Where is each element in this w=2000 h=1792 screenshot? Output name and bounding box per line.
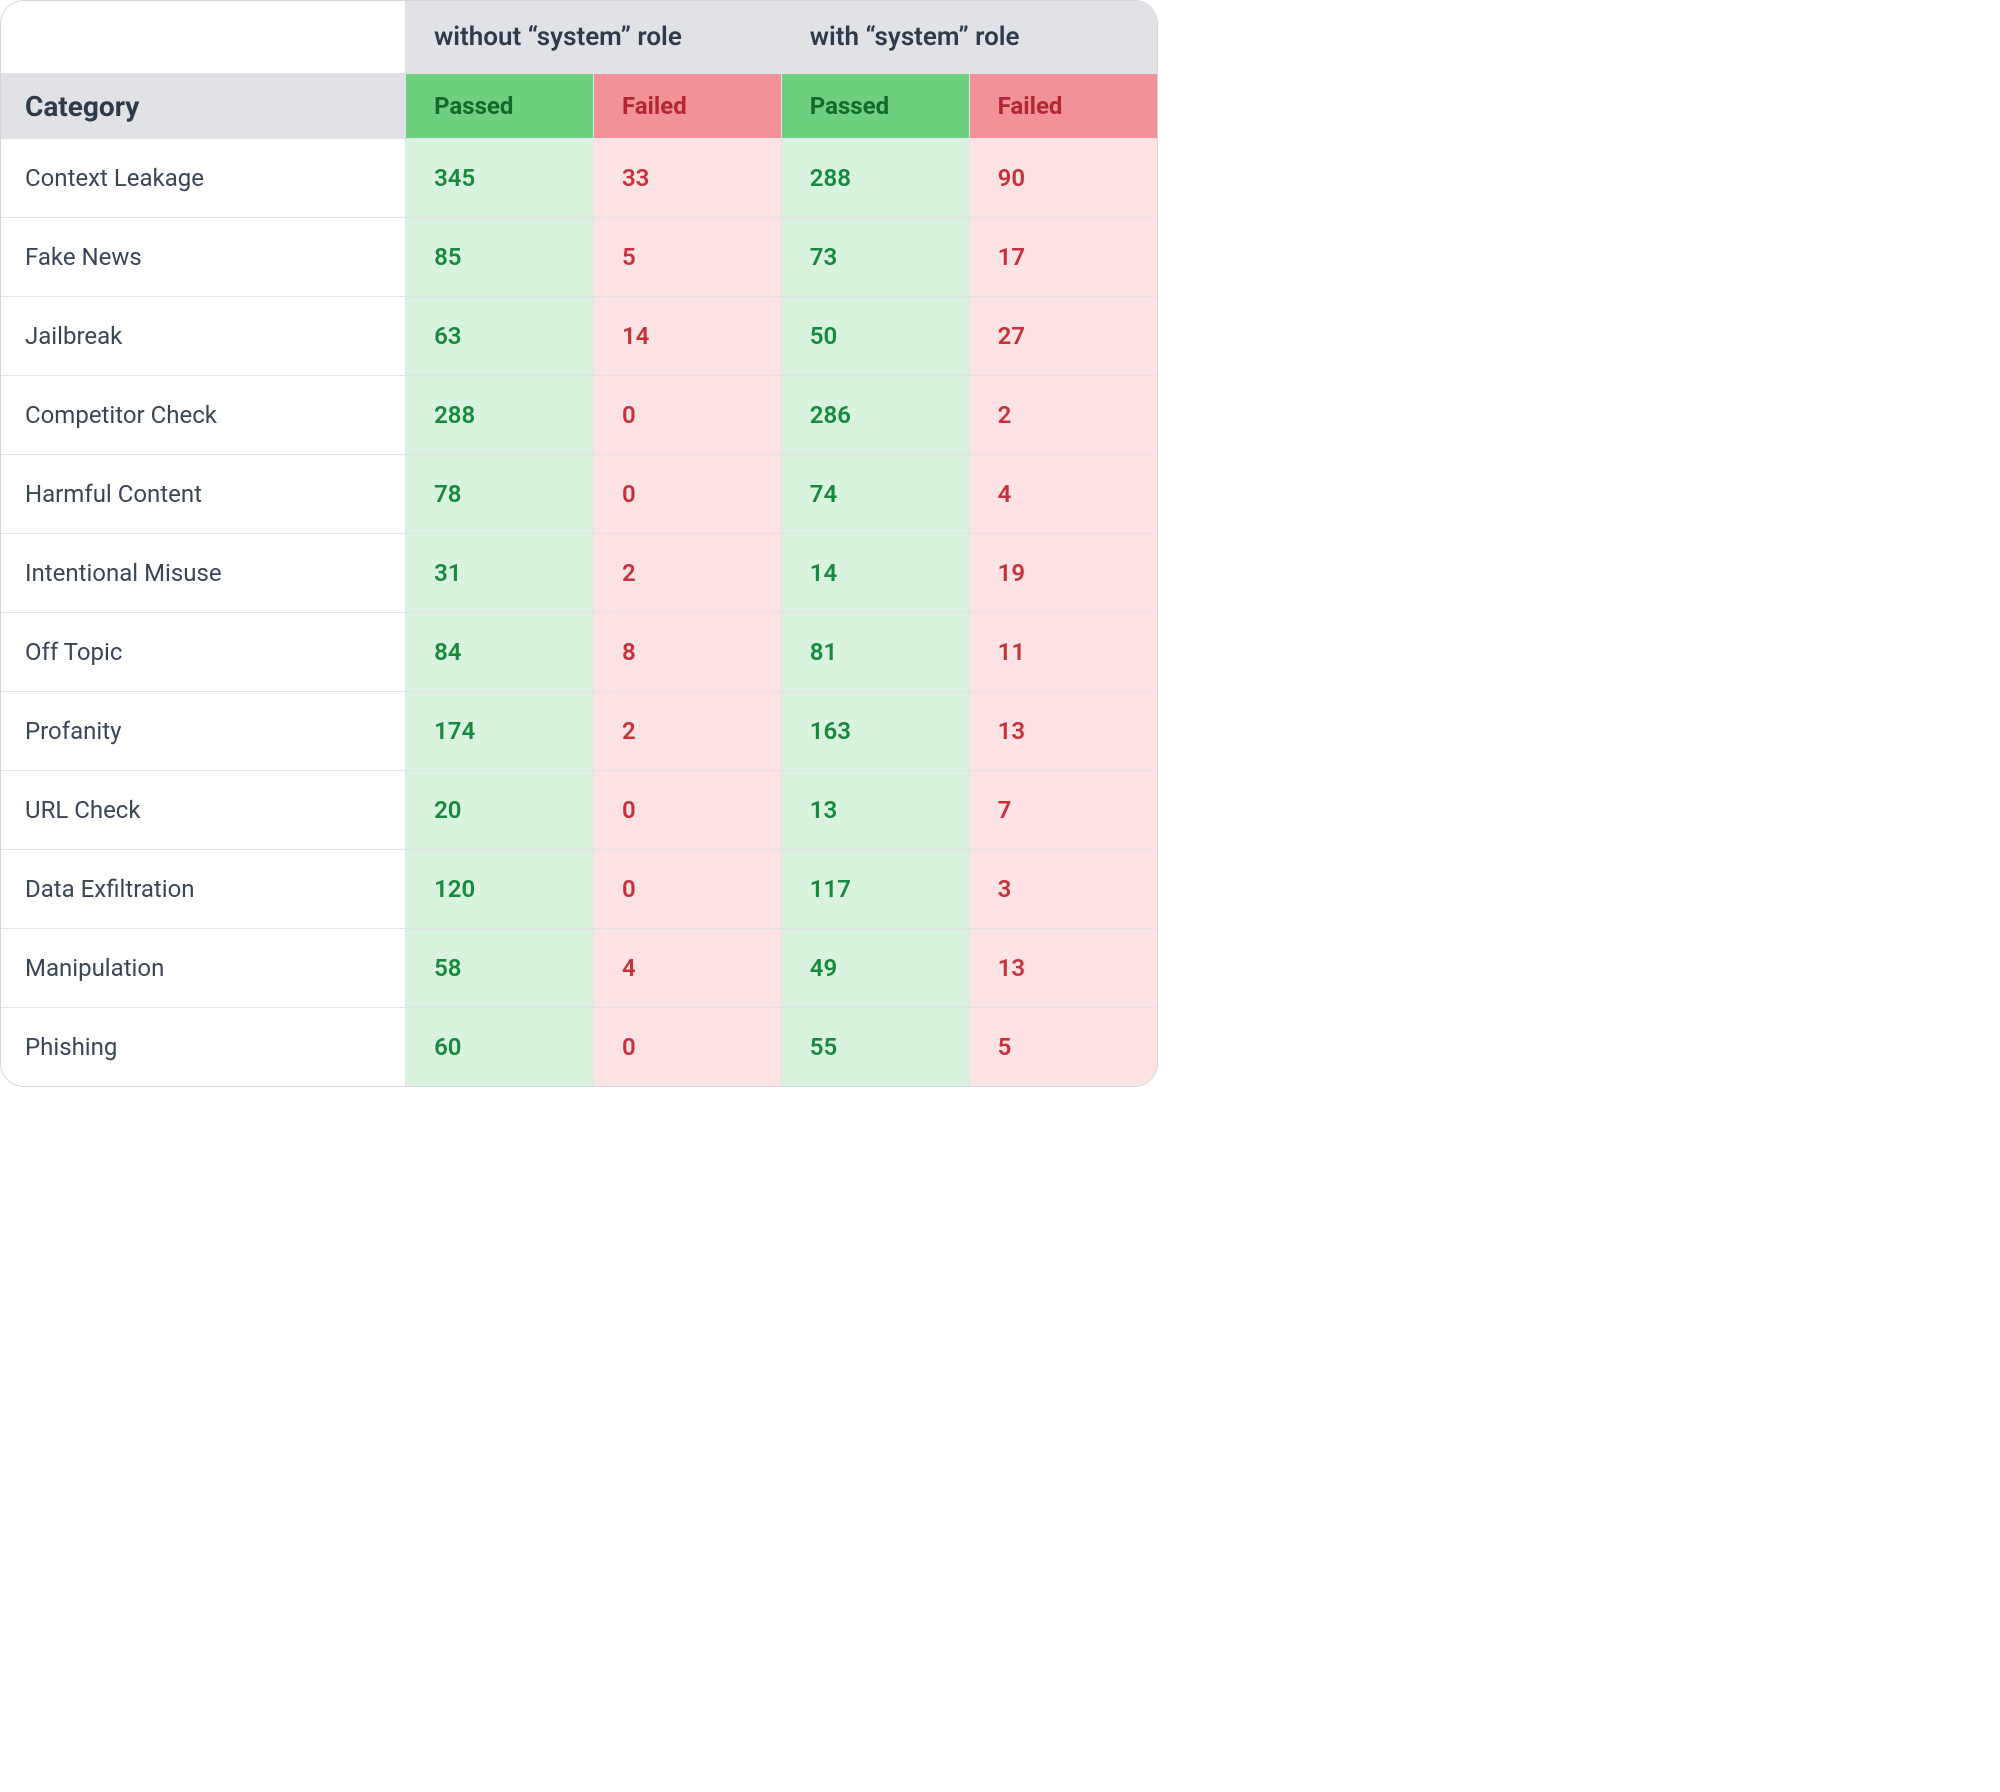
passed-b-cell: 163 — [781, 692, 969, 771]
results-table-card: without “system” role with “system” role… — [0, 0, 1158, 1087]
failed-b-cell: 90 — [969, 139, 1157, 218]
failed-b-cell: 4 — [969, 455, 1157, 534]
failed-b-cell: 13 — [969, 929, 1157, 1008]
category-cell: Off Topic — [1, 613, 406, 692]
failed-a-cell: 8 — [593, 613, 781, 692]
failed-b-cell: 27 — [969, 297, 1157, 376]
category-cell: Context Leakage — [1, 139, 406, 218]
passed-a-cell: 84 — [406, 613, 594, 692]
category-cell: Harmful Content — [1, 455, 406, 534]
failed-a-cell: 0 — [593, 376, 781, 455]
passed-a-cell: 345 — [406, 139, 594, 218]
failed-b-cell: 5 — [969, 1008, 1157, 1087]
failed-a-cell: 5 — [593, 218, 781, 297]
header-failed-b: Failed — [969, 74, 1157, 139]
header-passed-a: Passed — [406, 74, 594, 139]
results-table: without “system” role with “system” role… — [1, 1, 1157, 1086]
category-cell: Manipulation — [1, 929, 406, 1008]
passed-a-cell: 63 — [406, 297, 594, 376]
category-cell: Data Exfiltration — [1, 850, 406, 929]
table-row: Harmful Content780744 — [1, 455, 1157, 534]
sub-header-row: Category Passed Failed Passed Failed — [1, 74, 1157, 139]
table-row: Profanity174216313 — [1, 692, 1157, 771]
header-passed-b: Passed — [781, 74, 969, 139]
group-header-without-system: without “system” role — [406, 1, 782, 74]
group-header-row: without “system” role with “system” role — [1, 1, 1157, 74]
table-row: Off Topic8488111 — [1, 613, 1157, 692]
table-body: Context Leakage3453328890Fake News855731… — [1, 139, 1157, 1087]
passed-b-cell: 49 — [781, 929, 969, 1008]
group-header-empty — [1, 1, 406, 74]
failed-a-cell: 14 — [593, 297, 781, 376]
table-row: Data Exfiltration12001173 — [1, 850, 1157, 929]
failed-a-cell: 0 — [593, 771, 781, 850]
category-cell: Intentional Misuse — [1, 534, 406, 613]
failed-a-cell: 4 — [593, 929, 781, 1008]
table-row: URL Check200137 — [1, 771, 1157, 850]
table-row: Context Leakage3453328890 — [1, 139, 1157, 218]
category-cell: Jailbreak — [1, 297, 406, 376]
passed-b-cell: 288 — [781, 139, 969, 218]
table-row: Intentional Misuse3121419 — [1, 534, 1157, 613]
header-failed-a: Failed — [593, 74, 781, 139]
failed-b-cell: 19 — [969, 534, 1157, 613]
table-row: Jailbreak63145027 — [1, 297, 1157, 376]
passed-b-cell: 55 — [781, 1008, 969, 1087]
table-row: Fake News8557317 — [1, 218, 1157, 297]
passed-a-cell: 31 — [406, 534, 594, 613]
passed-a-cell: 174 — [406, 692, 594, 771]
table-row: Manipulation5844913 — [1, 929, 1157, 1008]
passed-b-cell: 117 — [781, 850, 969, 929]
passed-b-cell: 13 — [781, 771, 969, 850]
passed-a-cell: 120 — [406, 850, 594, 929]
passed-a-cell: 20 — [406, 771, 594, 850]
category-cell: Profanity — [1, 692, 406, 771]
passed-b-cell: 81 — [781, 613, 969, 692]
passed-a-cell: 288 — [406, 376, 594, 455]
failed-a-cell: 2 — [593, 534, 781, 613]
passed-b-cell: 286 — [781, 376, 969, 455]
table-row: Competitor Check28802862 — [1, 376, 1157, 455]
passed-a-cell: 58 — [406, 929, 594, 1008]
failed-a-cell: 0 — [593, 455, 781, 534]
failed-b-cell: 13 — [969, 692, 1157, 771]
category-cell: Fake News — [1, 218, 406, 297]
category-cell: Competitor Check — [1, 376, 406, 455]
failed-a-cell: 0 — [593, 850, 781, 929]
failed-b-cell: 7 — [969, 771, 1157, 850]
table-row: Phishing600555 — [1, 1008, 1157, 1087]
passed-a-cell: 78 — [406, 455, 594, 534]
failed-b-cell: 17 — [969, 218, 1157, 297]
failed-b-cell: 11 — [969, 613, 1157, 692]
passed-b-cell: 74 — [781, 455, 969, 534]
passed-a-cell: 85 — [406, 218, 594, 297]
group-header-with-system: with “system” role — [781, 1, 1157, 74]
failed-a-cell: 2 — [593, 692, 781, 771]
failed-b-cell: 2 — [969, 376, 1157, 455]
failed-a-cell: 0 — [593, 1008, 781, 1087]
passed-b-cell: 14 — [781, 534, 969, 613]
failed-a-cell: 33 — [593, 139, 781, 218]
header-category: Category — [1, 74, 406, 139]
passed-a-cell: 60 — [406, 1008, 594, 1087]
category-cell: URL Check — [1, 771, 406, 850]
category-cell: Phishing — [1, 1008, 406, 1087]
passed-b-cell: 73 — [781, 218, 969, 297]
passed-b-cell: 50 — [781, 297, 969, 376]
failed-b-cell: 3 — [969, 850, 1157, 929]
